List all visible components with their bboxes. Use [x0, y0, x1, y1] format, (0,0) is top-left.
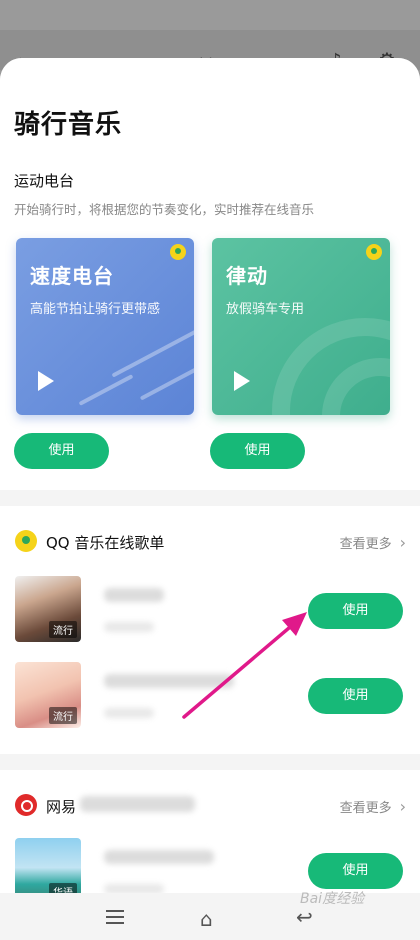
watermark: Bai度经验 — [300, 891, 365, 907]
home-icon[interactable]: ⌂ — [200, 907, 213, 931]
annotation-arrow — [182, 612, 307, 719]
menu-icon[interactable] — [106, 910, 124, 924]
arrow-shaft — [182, 620, 298, 719]
return-icon[interactable]: ↩ — [296, 905, 313, 929]
